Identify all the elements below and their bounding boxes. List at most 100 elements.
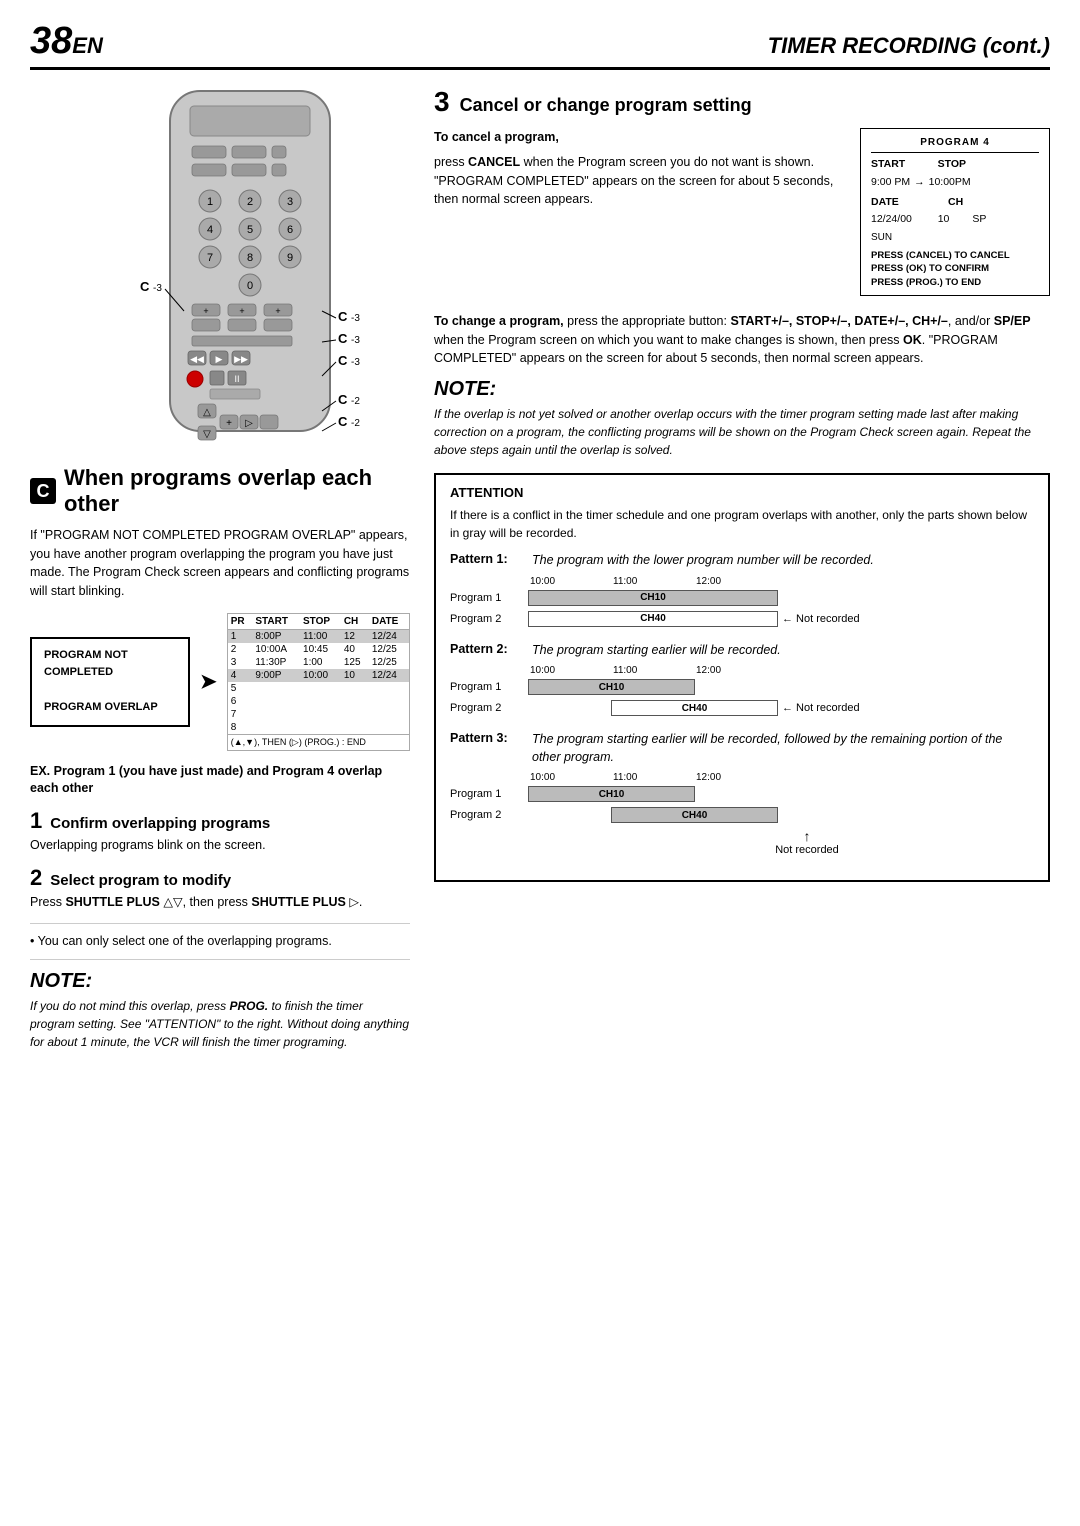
section-3-title: Cancel or change program setting	[460, 95, 752, 116]
pattern-2-header: Pattern 2: The program starting earlier …	[450, 642, 1034, 660]
pattern-2-label: Pattern 2:	[450, 642, 520, 660]
start-label: START	[871, 157, 905, 173]
section-c-title: When programs overlap each other	[64, 465, 410, 518]
pattern-1-prog2-row: Program 2 CH40 ← Not recorded	[450, 610, 1034, 628]
pattern-3-prog2-row: Program 2 CH40	[450, 806, 1034, 824]
step-1-number: 1	[30, 810, 42, 832]
program-overlap-diagram: PROGRAM NOT COMPLETEDPROGRAM OVERLAP ➤ P…	[30, 613, 410, 751]
step-2: 2 Select program to modify Press SHUTTLE…	[30, 867, 410, 912]
pattern-1-prog1-row: Program 1 CH10	[450, 589, 1034, 607]
page-title: TIMER RECORDING (cont.)	[768, 33, 1050, 59]
pattern-3-prog1-row: Program 1 CH10	[450, 785, 1034, 803]
program-not-completed-box: PROGRAM NOT COMPLETEDPROGRAM OVERLAP	[30, 637, 190, 727]
example-text: EX. Program 1 (you have just made) and P…	[30, 763, 410, 798]
step-1: 1 Confirm overlapping programs Overlappi…	[30, 810, 410, 855]
table-row: 7	[228, 708, 409, 721]
start-value: 9:00 PM	[871, 175, 910, 191]
pattern-2-prog1-row: Program 1 CH10	[450, 678, 1034, 696]
pattern-3-header: Pattern 3: The program starting earlier …	[450, 731, 1034, 766]
svg-text:△: △	[203, 407, 211, 418]
svg-text:4: 4	[207, 224, 213, 236]
c-badge: C	[30, 478, 56, 504]
stop-value: 10:00PM	[929, 175, 971, 191]
pattern-1-bar-area: CH10	[528, 589, 778, 607]
p2-not-recorded: ← Not recorded	[782, 702, 860, 714]
col-pr: PR	[228, 614, 253, 630]
col-start: START	[252, 614, 300, 630]
change-text: To change a program, press the appropria…	[434, 312, 1050, 368]
attention-title: ATTENTION	[450, 485, 1034, 500]
svg-text:-3: -3	[351, 335, 360, 346]
right-column: 3 Cancel or change program setting To ca…	[434, 86, 1050, 1061]
p3-prog1-bar: CH10	[528, 786, 695, 802]
pattern-2-prog2-row: Program 2 CH40 ← Not recorded	[450, 699, 1034, 717]
svg-text:C: C	[338, 309, 348, 324]
svg-text:+: +	[203, 306, 208, 316]
svg-text:II: II	[234, 374, 239, 384]
p1-not-recorded: ← Not recorded	[782, 613, 860, 625]
p3-prog2-bar: CH40	[611, 807, 778, 823]
svg-text:-3: -3	[351, 357, 360, 368]
p2-prog2-bar: CH40	[611, 700, 778, 716]
remote-svg: 1 2 3 4 5 6 7 8 9	[110, 86, 390, 446]
note-block: NOTE: If you do not mind this overlap, p…	[30, 970, 410, 1051]
svg-text:+: +	[226, 418, 232, 429]
section-3-number: 3	[434, 86, 450, 118]
svg-text:C: C	[140, 279, 150, 294]
table-row: 3 11:30P 1:00 125 12/25	[228, 656, 409, 669]
bullet-1: • You can only select one of the overlap…	[30, 932, 410, 951]
pattern-2-time-labels: 10:00 11:00 12:00	[450, 665, 1034, 676]
step-1-header: 1 Confirm overlapping programs	[30, 810, 410, 832]
svg-text:▽: ▽	[203, 429, 211, 440]
svg-text:8: 8	[247, 252, 253, 264]
program-table: PR START STOP CH DATE 1 8:00P 11	[227, 613, 410, 751]
table-row: 1 8:00P 11:00 12 12/24	[228, 629, 409, 643]
step-2-header: 2 Select program to modify	[30, 867, 410, 889]
svg-text:-2: -2	[351, 396, 360, 407]
remote-illustration: 1 2 3 4 5 6 7 8 9	[110, 86, 330, 449]
arrow-icon: →	[914, 175, 925, 191]
program-not-completed-text: PROGRAM NOT COMPLETEDPROGRAM OVERLAP	[44, 647, 176, 717]
note-right-body: If the overlap is not yet solved or anot…	[434, 405, 1050, 459]
svg-text:▶: ▶	[216, 354, 223, 364]
up-arrow-icon: ↑	[804, 828, 811, 844]
svg-text:9: 9	[287, 252, 293, 264]
page: 38EN TIMER RECORDING (cont.)	[0, 0, 1080, 1526]
col-stop: STOP	[300, 614, 341, 630]
svg-text:2: 2	[247, 196, 253, 208]
section-3-heading: 3 Cancel or change program setting	[434, 86, 1050, 118]
page-number: 38EN	[30, 20, 103, 63]
pattern-3-time-labels: 10:00 11:00 12:00	[450, 772, 1034, 783]
main-content: 1 2 3 4 5 6 7 8 9	[30, 86, 1050, 1061]
svg-text:-3: -3	[153, 283, 162, 294]
step-2-number: 2	[30, 867, 42, 889]
step-2-title: Select program to modify	[50, 872, 231, 889]
program4-box: PROGRAM 4 START STOP 9:00 PM → 10:00PM D…	[860, 128, 1050, 296]
step-1-body: Overlapping programs blink on the screen…	[30, 836, 410, 855]
note-right: NOTE: If the overlap is not yet solved o…	[434, 378, 1050, 459]
ch-value: 10	[938, 212, 950, 228]
date-value: 12/24/00	[871, 212, 912, 228]
svg-text:-2: -2	[351, 418, 360, 429]
pattern-1-desc: The program with the lower program numbe…	[532, 552, 874, 570]
svg-text:6: 6	[287, 224, 293, 236]
pattern-1-header: Pattern 1: The program with the lower pr…	[450, 552, 1034, 570]
step-1-title: Confirm overlapping programs	[50, 815, 270, 832]
cancel-area: To cancel a program, press CANCEL when t…	[434, 128, 1050, 296]
pattern-2-desc: The program starting earlier will be rec…	[532, 642, 781, 660]
pattern-1: Pattern 1: The program with the lower pr…	[450, 552, 1034, 628]
attention-box: ATTENTION If there is a conflict in the …	[434, 473, 1050, 882]
svg-text:C: C	[338, 353, 348, 368]
pattern-3-not-recorded: ↑ Not recorded	[450, 828, 1034, 856]
ch-label: CH	[948, 195, 963, 211]
pattern-2: Pattern 2: The program starting earlier …	[450, 642, 1034, 718]
col-ch: CH	[341, 614, 369, 630]
svg-text:◀◀: ◀◀	[190, 354, 204, 364]
svg-text:-3: -3	[351, 313, 360, 324]
section-c-body: If "PROGRAM NOT COMPLETED PROGRAM OVERLA…	[30, 526, 410, 601]
section-c-heading: C When programs overlap each other	[30, 465, 410, 518]
svg-text:C: C	[338, 331, 348, 346]
cancel-text: To cancel a program, press CANCEL when t…	[434, 128, 844, 296]
col-date: DATE	[369, 614, 409, 630]
table-row: 5	[228, 682, 409, 695]
